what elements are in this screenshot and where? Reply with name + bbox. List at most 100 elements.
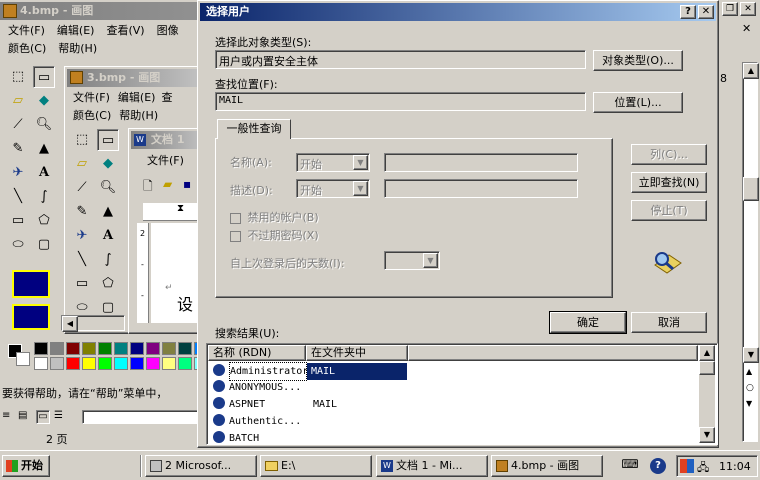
background-color[interactable] [16,352,30,366]
menu-help[interactable]: 帮助(H) [58,40,97,58]
taskbar-item-explorer[interactable]: E:\ [260,455,372,477]
help-tray-icon[interactable]: ? [650,458,666,474]
palette-swatch[interactable] [146,357,160,370]
palette-swatch[interactable] [146,342,160,355]
transparency-clear-icon[interactable] [12,304,50,330]
fill-icon[interactable]: ◆ [33,90,55,112]
indent-marker-icon[interactable]: ⧗ [177,203,184,214]
start-button[interactable]: 开始 [2,455,50,477]
days-since-logon-combo[interactable]: ▼ [384,251,440,270]
object-types-button[interactable]: 对象类型(O)... [593,50,683,71]
mid-menu-edit[interactable]: 编辑(E) [118,89,156,107]
close-icon[interactable]: ✕ [698,5,714,19]
palette-swatch[interactable] [114,342,128,355]
menu-file[interactable]: 文件(F) [8,22,45,40]
curve-icon[interactable]: ∫ [33,186,55,208]
palette-swatch[interactable] [130,357,144,370]
word-menu-file[interactable]: 文件(F) [147,154,184,167]
line-icon[interactable]: ╲ [7,186,29,208]
days-dropdown-icon[interactable]: ▼ [423,253,438,268]
mid-menu-file[interactable]: 文件(F) [73,89,110,107]
mid-menu-help[interactable]: 帮助(H) [119,107,158,125]
palette-swatch[interactable] [178,342,192,355]
menu-view[interactable]: 查看(V) [106,22,144,40]
mid-pencil-icon[interactable]: ✎ [71,201,93,223]
results-scroll-down-icon[interactable]: ▼ [699,427,715,443]
new-doc-icon[interactable]: 🗋︎ [143,177,153,198]
palette-swatch[interactable] [98,342,112,355]
mid-menu-view[interactable]: 查 [161,89,172,107]
palette-swatch[interactable] [162,342,176,355]
next-page-icon[interactable]: ▼ [746,399,752,408]
hscroll-track[interactable] [82,410,198,424]
mid-magnifier-icon[interactable]: 🔍︎ [97,177,119,199]
palette-swatch[interactable] [34,342,48,355]
mid-hscroll[interactable]: ◀ [61,315,125,332]
palette-swatch[interactable] [50,357,64,370]
open-folder-icon[interactable]: ▰ [163,177,172,191]
taskbar-item-microsoft[interactable]: 2 Microsof... [145,455,257,477]
mid-window-titlebar[interactable]: 3.bmp - 画图 [67,69,197,87]
description-mode-dropdown-icon[interactable]: ▼ [353,181,368,196]
result-row[interactable]: ANONYMOUS... [208,379,698,396]
common-queries-tab[interactable]: 一般性查询 [217,119,291,139]
mid-polygon-icon[interactable]: ⬠ [97,273,119,295]
polygon-icon[interactable]: ⬠ [33,210,55,232]
menu-edit[interactable]: 编辑(E) [57,22,95,40]
magnifier-icon[interactable]: 🔍︎ [33,114,55,136]
normal-view-icon[interactable]: ≡ [2,410,10,421]
mid-scroll-left-icon[interactable]: ◀ [62,316,78,332]
rectangle-icon[interactable]: ▭ [7,210,29,232]
name-text-field[interactable] [384,153,578,172]
mid-line-icon[interactable]: ╲ [71,249,93,271]
stop-button[interactable]: 停止(T) [631,200,707,221]
mid-fill-icon[interactable]: ◆ [97,153,119,175]
palette-swatch[interactable] [66,357,80,370]
right-scroll-down-icon[interactable]: ▼ [743,347,759,363]
rounded-rect-icon[interactable]: ▢ [33,234,55,256]
tray-app-icon[interactable] [680,459,694,473]
results-vscroll[interactable]: ▲ ▼ [699,345,715,443]
palette-swatch[interactable] [34,357,48,370]
eraser-icon[interactable]: ▱ [7,90,29,112]
picker-icon[interactable]: ⟋ [7,114,29,136]
prev-page-icon[interactable]: ▲ [746,367,752,376]
web-view-icon[interactable]: ▤ [18,410,27,421]
locations-button[interactable]: 位置(L)... [593,92,683,113]
results-scroll-thumb[interactable] [699,361,715,375]
dialog-titlebar[interactable]: 选择用户 [200,3,716,21]
help-button-icon[interactable]: ? [680,5,696,19]
restore-icon[interactable]: ❐ [722,2,738,16]
description-mode-combo[interactable]: 开始 ▼ [296,179,370,198]
menu-image[interactable]: 图像 [157,22,179,40]
result-row[interactable]: BATCH [208,430,698,444]
palette-swatch[interactable] [162,357,176,370]
find-now-button[interactable]: 立即查找(N) [631,172,707,193]
ok-button[interactable]: 确定 [549,311,627,334]
results-scroll-up-icon[interactable]: ▲ [699,345,715,361]
mid-picker-icon[interactable]: ⟋ [71,177,93,199]
pencil-icon[interactable]: ✎ [7,138,29,160]
mid-menu-colors[interactable]: 颜色(C) [73,107,111,125]
right-scroll-thumb[interactable] [743,177,759,201]
columns-button[interactable]: 列(C)... [631,144,707,165]
mid-text-tool-icon[interactable]: A [97,225,119,247]
airbrush-icon[interactable]: ✈︎ [7,162,29,184]
right-close-x-icon[interactable]: ✕ [742,22,751,35]
mid-airbrush-icon[interactable]: ✈︎ [71,225,93,247]
palette-swatch[interactable] [114,357,128,370]
input-method-icon[interactable]: ⌨︎ [620,457,640,475]
save-icon[interactable]: ▪ [183,177,191,191]
text-tool-icon[interactable]: A [33,162,55,184]
non-expiring-row[interactable]: 不过期密码(X) [230,227,319,243]
mid-rectangle-icon[interactable]: ▭ [71,273,93,295]
right-scroll-up-icon[interactable]: ▲ [743,63,759,79]
palette-swatch[interactable] [178,357,192,370]
result-row[interactable]: Authentic... [208,413,698,430]
disabled-accounts-checkbox[interactable] [230,212,241,224]
mid-eraser-icon[interactable]: ▱ [71,153,93,175]
menu-colors[interactable]: 颜色(C) [8,40,46,58]
column-header-name[interactable]: 名称 (RDN) [208,345,306,361]
result-row[interactable]: Administrator MAIL [208,362,698,381]
disabled-accounts-row[interactable]: 禁用的帐户(B) [230,209,319,225]
